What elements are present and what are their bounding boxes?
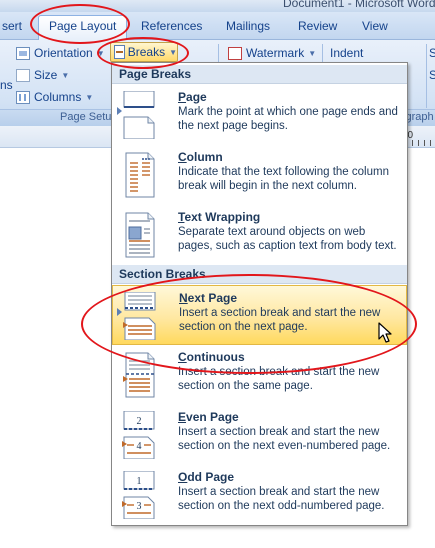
spacing-label-partial-2: S bbox=[429, 68, 435, 82]
orientation-icon bbox=[16, 46, 30, 60]
columns-button[interactable]: Columns ▼ bbox=[16, 88, 93, 106]
item-title: Continuous bbox=[178, 350, 245, 364]
spacing-label-partial: S bbox=[429, 46, 435, 60]
indent-label: Indent bbox=[330, 46, 364, 60]
item-description: Insert a section break and start the new… bbox=[179, 307, 381, 333]
chevron-down-icon: ▼ bbox=[308, 48, 317, 58]
ribbon-tab-bar: sert Page Layout References Mailings Rev… bbox=[0, 12, 435, 41]
tab-view[interactable]: View bbox=[356, 18, 394, 38]
pointer-marker-icon bbox=[117, 308, 122, 316]
menu-item-next-page[interactable]: Next Page Insert a section break and sta… bbox=[112, 285, 407, 345]
menu-item-continuous[interactable]: Continuous Insert a section break and st… bbox=[112, 345, 407, 405]
even-page-section-icon: 2 4 bbox=[122, 411, 155, 459]
columns-icon bbox=[16, 90, 30, 104]
breaks-dropdown-menu: Page Breaks Page Mark the point at which… bbox=[111, 62, 408, 526]
menu-item-odd-page[interactable]: 1 3 Odd Page Insert a section break and … bbox=[112, 465, 407, 525]
odd-page-section-icon: 1 3 bbox=[122, 471, 155, 519]
menu-item-page-break[interactable]: Page Mark the point at which one page en… bbox=[112, 85, 407, 145]
breaks-button[interactable]: Breaks ▼ bbox=[110, 42, 178, 62]
page-breaks-header: Page Breaks bbox=[112, 65, 407, 84]
item-title: Next Page bbox=[179, 291, 238, 305]
document-area-right[interactable] bbox=[408, 148, 435, 548]
title-bar: Document1 - Microsoft Word bbox=[0, 0, 435, 12]
item-description: Insert a section break and start the new… bbox=[178, 426, 391, 452]
text-wrapping-icon bbox=[125, 212, 155, 258]
thumb-page-number: 2 bbox=[137, 416, 142, 427]
watermark-button[interactable]: Watermark ▼ bbox=[228, 44, 316, 62]
document-area[interactable] bbox=[0, 148, 110, 548]
thumb-page-number: 1 bbox=[137, 476, 142, 487]
orientation-button[interactable]: Orientation ▼ bbox=[16, 44, 105, 62]
menu-item-column-break[interactable]: Column Indicate that the text following … bbox=[112, 145, 407, 205]
tab-insert[interactable]: sert bbox=[0, 18, 28, 38]
menu-item-text-wrapping-break[interactable]: Text Wrapping Separate text around objec… bbox=[112, 205, 407, 265]
breaks-icon bbox=[114, 45, 125, 59]
size-icon bbox=[16, 68, 30, 82]
ribbon-separator bbox=[426, 44, 427, 108]
item-title: Odd Page bbox=[178, 470, 235, 484]
chevron-down-icon: ▼ bbox=[96, 48, 105, 58]
item-title: Column bbox=[178, 150, 223, 164]
section-breaks-header: Section Breaks bbox=[112, 265, 407, 284]
item-title: Text Wrapping bbox=[178, 210, 261, 224]
item-title: Even Page bbox=[178, 410, 239, 424]
item-description: Mark the point at which one page ends an… bbox=[178, 106, 398, 132]
continuous-section-icon bbox=[123, 352, 155, 398]
chevron-down-icon: ▼ bbox=[169, 47, 177, 57]
tab-references[interactable]: References bbox=[135, 18, 208, 38]
item-description: Indicate that the text following the col… bbox=[178, 166, 389, 192]
window-title: Document1 - Microsoft Word bbox=[283, 0, 435, 10]
item-description: Separate text around objects on web page… bbox=[178, 226, 397, 252]
next-page-section-icon bbox=[123, 292, 156, 340]
tab-page-layout[interactable]: Page Layout bbox=[38, 15, 128, 41]
chevron-down-icon: ▼ bbox=[61, 70, 70, 80]
thumb-page-number: 4 bbox=[137, 441, 142, 452]
tab-review[interactable]: Review bbox=[292, 18, 343, 38]
item-description: Insert a section break and start the new… bbox=[178, 366, 380, 392]
mouse-cursor-icon bbox=[378, 322, 392, 343]
thumb-page-number: 3 bbox=[137, 501, 142, 512]
chevron-down-icon: ▼ bbox=[85, 92, 94, 102]
item-description: Insert a section break and start the new… bbox=[178, 486, 385, 512]
page-break-icon bbox=[123, 91, 155, 139]
menu-item-even-page[interactable]: 2 4 Even Page Insert a section break and… bbox=[112, 405, 407, 465]
margins-button-partial[interactable]: ns bbox=[0, 76, 13, 94]
item-title: Page bbox=[178, 90, 207, 104]
tab-mailings[interactable]: Mailings bbox=[220, 18, 276, 38]
column-break-icon bbox=[125, 152, 155, 198]
watermark-icon bbox=[228, 46, 242, 60]
size-button[interactable]: Size ▼ bbox=[16, 66, 69, 84]
